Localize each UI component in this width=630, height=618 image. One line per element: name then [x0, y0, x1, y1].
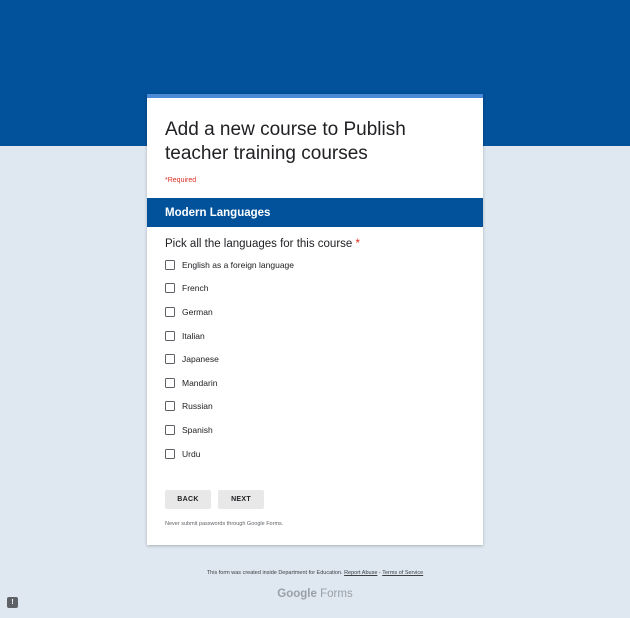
question-text: Pick all the languages for this course — [165, 238, 353, 250]
required-star: * — [355, 238, 360, 250]
option-label: Japanese — [182, 354, 219, 365]
checkbox[interactable] — [165, 401, 175, 412]
checkbox-option[interactable]: Spanish — [165, 418, 465, 442]
option-label: Russian — [182, 401, 213, 412]
checkbox-option[interactable]: Japanese — [165, 347, 465, 371]
report-abuse-link[interactable]: Report Abuse — [344, 570, 377, 576]
question-block: Pick all the languages for this course *… — [147, 227, 483, 465]
checkbox[interactable] — [165, 306, 175, 317]
checkbox[interactable] — [165, 354, 175, 365]
terms-link[interactable]: Terms of Service — [382, 570, 423, 576]
section-header: Modern Languages — [147, 198, 483, 227]
brand-forms: Forms — [320, 588, 353, 600]
option-label: English as a foreign language — [182, 259, 294, 270]
option-label: Spanish — [182, 424, 213, 435]
option-label: German — [182, 306, 213, 317]
checkbox-option[interactable]: English as a foreign language — [165, 253, 465, 277]
option-label: Italian — [182, 330, 205, 341]
footer-created-text: This form was created inside Department … — [206, 570, 345, 576]
checkbox-option[interactable]: Urdu — [165, 442, 465, 466]
option-label: Urdu — [182, 448, 201, 459]
option-label: Mandarin — [182, 377, 218, 388]
option-label: French — [182, 283, 209, 294]
password-warning: Never submit passwords through Google Fo… — [165, 521, 284, 528]
checkbox[interactable] — [165, 424, 175, 435]
form-header: Add a new course to Publish teacher trai… — [147, 98, 483, 198]
checkbox-option[interactable]: Italian — [165, 324, 465, 348]
checkbox-option[interactable]: Russian — [165, 395, 465, 419]
checkbox[interactable] — [165, 283, 175, 294]
checkbox-list: English as a foreign language French Ger… — [165, 253, 465, 465]
checkbox[interactable] — [165, 330, 175, 341]
next-button[interactable]: NEXT — [218, 490, 264, 510]
checkbox-option[interactable]: Mandarin — [165, 371, 465, 395]
checkbox[interactable] — [165, 448, 175, 459]
navigation-buttons: BACK NEXT — [147, 465, 483, 510]
question-title: Pick all the languages for this course * — [165, 238, 465, 250]
footer: This form was created inside Department … — [0, 570, 630, 576]
brand-google: Google — [277, 588, 317, 600]
checkbox[interactable] — [165, 259, 175, 270]
form-card: Add a new course to Publish teacher trai… — [147, 94, 483, 546]
checkbox-option[interactable]: German — [165, 300, 465, 324]
section-title: Modern Languages — [165, 206, 271, 219]
form-title: Add a new course to Publish teacher trai… — [165, 119, 406, 164]
back-button[interactable]: BACK — [165, 490, 211, 510]
checkbox-option[interactable]: French — [165, 277, 465, 301]
checkbox[interactable] — [165, 377, 175, 388]
feedback-icon[interactable]: ! — [7, 597, 18, 608]
google-forms-logo[interactable]: Google Forms — [0, 588, 630, 600]
required-note: *Required — [165, 177, 197, 184]
